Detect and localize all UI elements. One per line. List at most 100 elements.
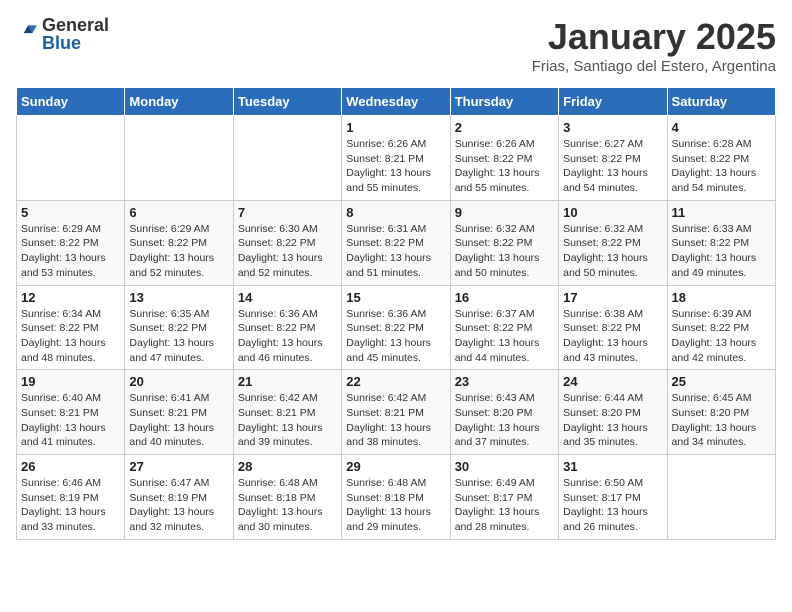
calendar-header-row: SundayMondayTuesdayWednesdayThursdayFrid… xyxy=(17,88,776,116)
calendar-cell: 7 Sunrise: 6:30 AM Sunset: 8:22 PM Daylig… xyxy=(233,200,341,285)
day-info: Sunrise: 6:26 AM Sunset: 8:22 PM Dayligh… xyxy=(455,137,554,196)
day-number: 14 xyxy=(238,290,337,305)
day-number: 10 xyxy=(563,205,662,220)
calendar-cell: 5 Sunrise: 6:29 AM Sunset: 8:22 PM Daylig… xyxy=(17,200,125,285)
calendar-week-row: 12Sunrise: 6:34 AM Sunset: 8:22 PM Dayli… xyxy=(17,285,776,370)
calendar-cell xyxy=(233,116,341,201)
calendar-cell: 13Sunrise: 6:35 AM Sunset: 8:22 PM Dayli… xyxy=(125,285,233,370)
day-info: Sunrise: 6:47 AM Sunset: 8:19 PM Dayligh… xyxy=(129,476,228,535)
calendar-cell: 2 Sunrise: 6:26 AM Sunset: 8:22 PM Daylig… xyxy=(450,116,558,201)
day-number: 2 xyxy=(455,120,554,135)
day-number: 20 xyxy=(129,374,228,389)
calendar-table: SundayMondayTuesdayWednesdayThursdayFrid… xyxy=(16,87,776,540)
calendar-header-tuesday: Tuesday xyxy=(233,88,341,116)
calendar-cell: 19 Sunrise: 6:40 AM Sunset: 8:21 PM Dayli… xyxy=(17,370,125,455)
calendar-cell: 20 Sunrise: 6:41 AM Sunset: 8:21 PM Dayli… xyxy=(125,370,233,455)
calendar-cell: 3 Sunrise: 6:27 AM Sunset: 8:22 PM Daylig… xyxy=(559,116,667,201)
header: General Blue January 2025 Frias, Santiag… xyxy=(16,16,776,75)
calendar-cell: 28Sunrise: 6:48 AM Sunset: 8:18 PM Dayli… xyxy=(233,455,341,540)
day-number: 16 xyxy=(455,290,554,305)
calendar-cell: 17 Sunrise: 6:38 AM Sunset: 8:22 PM Dayli… xyxy=(559,285,667,370)
day-number: 19 xyxy=(21,374,120,389)
day-info: Sunrise: 6:41 AM Sunset: 8:21 PM Dayligh… xyxy=(129,391,228,450)
calendar-week-row: 26Sunrise: 6:46 AM Sunset: 8:19 PM Dayli… xyxy=(17,455,776,540)
day-number: 12 xyxy=(21,290,120,305)
day-number: 8 xyxy=(346,205,445,220)
calendar-cell: 16 Sunrise: 6:37 AM Sunset: 8:22 PM Dayli… xyxy=(450,285,558,370)
main-title: January 2025 xyxy=(532,16,776,58)
day-number: 6 xyxy=(129,205,228,220)
day-number: 5 xyxy=(21,205,120,220)
day-info: Sunrise: 6:40 AM Sunset: 8:21 PM Dayligh… xyxy=(21,391,120,450)
calendar-cell: 4 Sunrise: 6:28 AM Sunset: 8:22 PM Daylig… xyxy=(667,116,775,201)
day-number: 22 xyxy=(346,374,445,389)
day-info: Sunrise: 6:37 AM Sunset: 8:22 PM Dayligh… xyxy=(455,307,554,366)
calendar-header-sunday: Sunday xyxy=(17,88,125,116)
calendar-week-row: 5 Sunrise: 6:29 AM Sunset: 8:22 PM Daylig… xyxy=(17,200,776,285)
day-info: Sunrise: 6:28 AM Sunset: 8:22 PM Dayligh… xyxy=(672,137,771,196)
day-info: Sunrise: 6:49 AM Sunset: 8:17 PM Dayligh… xyxy=(455,476,554,535)
day-number: 17 xyxy=(563,290,662,305)
day-info: Sunrise: 6:48 AM Sunset: 8:18 PM Dayligh… xyxy=(238,476,337,535)
calendar-week-row: 19 Sunrise: 6:40 AM Sunset: 8:21 PM Dayli… xyxy=(17,370,776,455)
day-info: Sunrise: 6:32 AM Sunset: 8:22 PM Dayligh… xyxy=(455,222,554,281)
day-info: Sunrise: 6:46 AM Sunset: 8:19 PM Dayligh… xyxy=(21,476,120,535)
day-info: Sunrise: 6:48 AM Sunset: 8:18 PM Dayligh… xyxy=(346,476,445,535)
day-number: 4 xyxy=(672,120,771,135)
calendar-header-thursday: Thursday xyxy=(450,88,558,116)
day-info: Sunrise: 6:42 AM Sunset: 8:21 PM Dayligh… xyxy=(346,391,445,450)
day-info: Sunrise: 6:42 AM Sunset: 8:21 PM Dayligh… xyxy=(238,391,337,450)
day-number: 15 xyxy=(346,290,445,305)
day-info: Sunrise: 6:39 AM Sunset: 8:22 PM Dayligh… xyxy=(672,307,771,366)
day-info: Sunrise: 6:36 AM Sunset: 8:22 PM Dayligh… xyxy=(238,307,337,366)
day-number: 29 xyxy=(346,459,445,474)
day-number: 23 xyxy=(455,374,554,389)
calendar-cell: 24 Sunrise: 6:44 AM Sunset: 8:20 PM Dayli… xyxy=(559,370,667,455)
day-number: 30 xyxy=(455,459,554,474)
calendar-cell: 21 Sunrise: 6:42 AM Sunset: 8:21 PM Dayli… xyxy=(233,370,341,455)
day-info: Sunrise: 6:29 AM Sunset: 8:22 PM Dayligh… xyxy=(21,222,120,281)
calendar-cell: 23 Sunrise: 6:43 AM Sunset: 8:20 PM Dayli… xyxy=(450,370,558,455)
calendar-cell: 8 Sunrise: 6:31 AM Sunset: 8:22 PM Daylig… xyxy=(342,200,450,285)
calendar-cell: 18 Sunrise: 6:39 AM Sunset: 8:22 PM Dayli… xyxy=(667,285,775,370)
calendar-cell: 11Sunrise: 6:33 AM Sunset: 8:22 PM Dayli… xyxy=(667,200,775,285)
day-info: Sunrise: 6:43 AM Sunset: 8:20 PM Dayligh… xyxy=(455,391,554,450)
calendar-cell: 15 Sunrise: 6:36 AM Sunset: 8:22 PM Dayli… xyxy=(342,285,450,370)
calendar-cell: 30 Sunrise: 6:49 AM Sunset: 8:17 PM Dayli… xyxy=(450,455,558,540)
day-number: 31 xyxy=(563,459,662,474)
day-number: 9 xyxy=(455,205,554,220)
calendar-header-saturday: Saturday xyxy=(667,88,775,116)
day-info: Sunrise: 6:27 AM Sunset: 8:22 PM Dayligh… xyxy=(563,137,662,196)
title-area: January 2025 Frias, Santiago del Estero,… xyxy=(532,16,776,75)
day-info: Sunrise: 6:50 AM Sunset: 8:17 PM Dayligh… xyxy=(563,476,662,535)
day-info: Sunrise: 6:36 AM Sunset: 8:22 PM Dayligh… xyxy=(346,307,445,366)
day-number: 21 xyxy=(238,374,337,389)
day-info: Sunrise: 6:45 AM Sunset: 8:20 PM Dayligh… xyxy=(672,391,771,450)
day-number: 18 xyxy=(672,290,771,305)
day-number: 13 xyxy=(129,290,228,305)
logo-general-text: General xyxy=(42,16,109,34)
day-info: Sunrise: 6:44 AM Sunset: 8:20 PM Dayligh… xyxy=(563,391,662,450)
calendar-cell: 9 Sunrise: 6:32 AM Sunset: 8:22 PM Daylig… xyxy=(450,200,558,285)
day-number: 3 xyxy=(563,120,662,135)
day-info: Sunrise: 6:38 AM Sunset: 8:22 PM Dayligh… xyxy=(563,307,662,366)
calendar-header-monday: Monday xyxy=(125,88,233,116)
calendar-cell xyxy=(125,116,233,201)
calendar-cell: 10Sunrise: 6:32 AM Sunset: 8:22 PM Dayli… xyxy=(559,200,667,285)
calendar-cell: 22 Sunrise: 6:42 AM Sunset: 8:21 PM Dayli… xyxy=(342,370,450,455)
calendar-cell: 12Sunrise: 6:34 AM Sunset: 8:22 PM Dayli… xyxy=(17,285,125,370)
day-number: 11 xyxy=(672,205,771,220)
day-number: 1 xyxy=(346,120,445,135)
day-number: 24 xyxy=(563,374,662,389)
calendar-cell: 1Sunrise: 6:26 AM Sunset: 8:21 PM Daylig… xyxy=(342,116,450,201)
logo: General Blue xyxy=(16,16,109,52)
calendar-cell xyxy=(667,455,775,540)
day-info: Sunrise: 6:31 AM Sunset: 8:22 PM Dayligh… xyxy=(346,222,445,281)
calendar-cell: 6Sunrise: 6:29 AM Sunset: 8:22 PM Daylig… xyxy=(125,200,233,285)
calendar-cell: 26Sunrise: 6:46 AM Sunset: 8:19 PM Dayli… xyxy=(17,455,125,540)
day-number: 25 xyxy=(672,374,771,389)
day-number: 7 xyxy=(238,205,337,220)
calendar-cell: 31 Sunrise: 6:50 AM Sunset: 8:17 PM Dayli… xyxy=(559,455,667,540)
day-info: Sunrise: 6:30 AM Sunset: 8:22 PM Dayligh… xyxy=(238,222,337,281)
calendar-week-row: 1Sunrise: 6:26 AM Sunset: 8:21 PM Daylig… xyxy=(17,116,776,201)
